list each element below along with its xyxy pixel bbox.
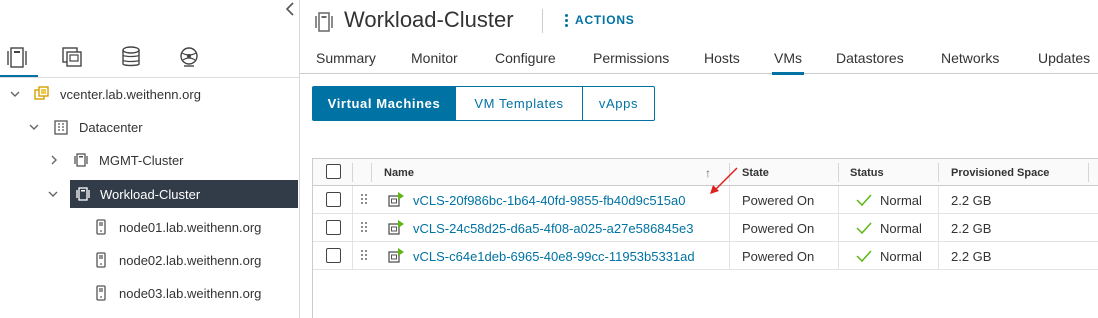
tree-item-workload-cluster[interactable]: Workload-Cluster [0,180,299,208]
vm-name-link[interactable]: vCLS-c64e1deb-6965-40e8-99cc-11953b5331a… [413,242,695,270]
vm-status: Normal [856,186,922,214]
networking-icon[interactable] [174,42,204,72]
tab-monitor[interactable]: Monitor [411,50,458,74]
inventory-navigator: vcenter.lab.weithenn.org Datacenter MGMT… [0,0,300,318]
tree-item-label: Workload-Cluster [100,186,201,202]
check-icon [856,222,872,234]
tree-item-host[interactable]: node01.lab.weithenn.org [0,213,299,241]
status-label: Normal [880,192,922,208]
storage-icon[interactable] [116,42,146,72]
table-row[interactable]: vCLS-c64e1deb-6965-40e8-99cc-11953b5331a… [313,242,1098,270]
vm-name-link[interactable]: vCLS-20f986bc-1b64-40fd-9855-fb40d9c515a… [413,186,685,214]
tab-summary[interactable]: Summary [316,50,376,74]
navigator-divider [0,77,299,78]
annotation-arrow-icon [710,167,738,194]
chevron-down-icon[interactable] [48,189,58,199]
vm-provisioned-space: 2.2 GB [951,248,992,264]
tree-item-vcenter[interactable]: vcenter.lab.weithenn.org [0,80,299,108]
tree-item-label: node02.lab.weithenn.org [119,252,262,268]
column-header-name[interactable]: Name [384,159,414,186]
tree-item-mgmt-cluster[interactable]: MGMT-Cluster [0,146,299,174]
column-header-provisioned-space[interactable]: Provisioned Space [951,159,1049,186]
content-pane: Workload-Cluster ACTIONS Summary Monitor… [300,0,1098,318]
tab-permissions[interactable]: Permissions [593,50,669,74]
tree-item-label: node03.lab.weithenn.org [119,285,262,301]
tab-hosts[interactable]: Hosts [704,50,740,74]
check-icon [856,194,872,206]
hosts-clusters-icon[interactable] [0,42,38,78]
vcenter-icon [34,86,50,102]
vm-status: Normal [856,214,922,242]
chevron-right-icon[interactable] [49,155,59,165]
row-checkbox[interactable] [326,248,341,263]
select-all-checkbox[interactable] [326,164,341,179]
vm-type-switcher: Virtual Machines VM Templates vApps [312,86,655,121]
subtab-virtual-machines[interactable]: Virtual Machines [312,86,456,121]
row-checkbox[interactable] [326,192,341,207]
tab-updates[interactable]: Updates [1038,50,1090,74]
actions-label: ACTIONS [575,13,635,27]
vms-templates-icon[interactable] [57,42,87,72]
vm-state: Powered On [742,192,815,208]
vm-state: Powered On [742,220,815,236]
status-label: Normal [880,248,922,264]
table-row[interactable]: vCLS-20f986bc-1b64-40fd-9855-fb40d9c515a… [313,186,1098,214]
vm-powered-on-icon [387,191,405,209]
tree-item-label: Datacenter [79,119,143,135]
cluster-icon [75,186,91,202]
page-title: Workload-Cluster [344,7,514,32]
tree-item-label: vcenter.lab.weithenn.org [60,86,201,102]
grid-header: Name ↑ State Status Provisioned Space [313,159,1098,186]
vm-powered-on-icon [387,219,405,237]
subtab-vm-templates[interactable]: VM Templates [456,86,583,121]
column-header-state[interactable]: State [742,159,769,186]
object-tabs: Summary Monitor Configure Permissions Ho… [300,46,1098,75]
actions-menu-button[interactable]: ACTIONS [561,13,635,27]
vm-provisioned-space: 2.2 GB [951,220,992,236]
collapse-navigator-icon[interactable] [282,2,298,20]
drag-handle-icon[interactable] [361,194,367,204]
host-icon [93,252,109,268]
tree-item-datacenter[interactable]: Datacenter [0,113,299,141]
vm-datagrid: Name ↑ State Status Provisioned Space vC [312,158,1098,318]
cluster-icon [314,11,334,33]
chevron-down-icon[interactable] [10,89,20,99]
table-row[interactable]: vCLS-24c58d25-d6a5-4f08-a025-a27e586845e… [313,214,1098,242]
title-divider [542,9,543,33]
tree-item-host[interactable]: node03.lab.weithenn.org [0,279,299,307]
check-icon [856,250,872,262]
vm-name-link[interactable]: vCLS-24c58d25-d6a5-4f08-a025-a27e586845e… [413,214,693,242]
vm-provisioned-space: 2.2 GB [951,192,992,208]
chevron-down-icon[interactable] [29,122,39,132]
vm-powered-on-icon [387,247,405,265]
tab-vms[interactable]: VMs [772,50,804,75]
cluster-icon [73,152,89,168]
tab-configure[interactable]: Configure [495,50,556,74]
drag-handle-icon[interactable] [361,222,367,232]
host-icon [93,219,109,235]
status-label: Normal [880,220,922,236]
tab-networks[interactable]: Networks [941,50,999,74]
navigator-view-switcher [0,42,230,78]
row-checkbox[interactable] [326,220,341,235]
column-header-status[interactable]: Status [850,159,884,186]
tab-datastores[interactable]: Datastores [836,50,904,74]
vm-status: Normal [856,242,922,270]
subtab-vapps[interactable]: vApps [583,86,655,121]
drag-handle-icon[interactable] [361,250,367,260]
host-icon [93,285,109,301]
datacenter-icon [53,119,69,135]
tree-item-host[interactable]: node02.lab.weithenn.org [0,246,299,274]
tree-item-label: MGMT-Cluster [99,152,184,168]
kebab-menu-icon [561,13,571,27]
tree-item-label: node01.lab.weithenn.org [119,219,262,235]
vm-state: Powered On [742,248,815,264]
